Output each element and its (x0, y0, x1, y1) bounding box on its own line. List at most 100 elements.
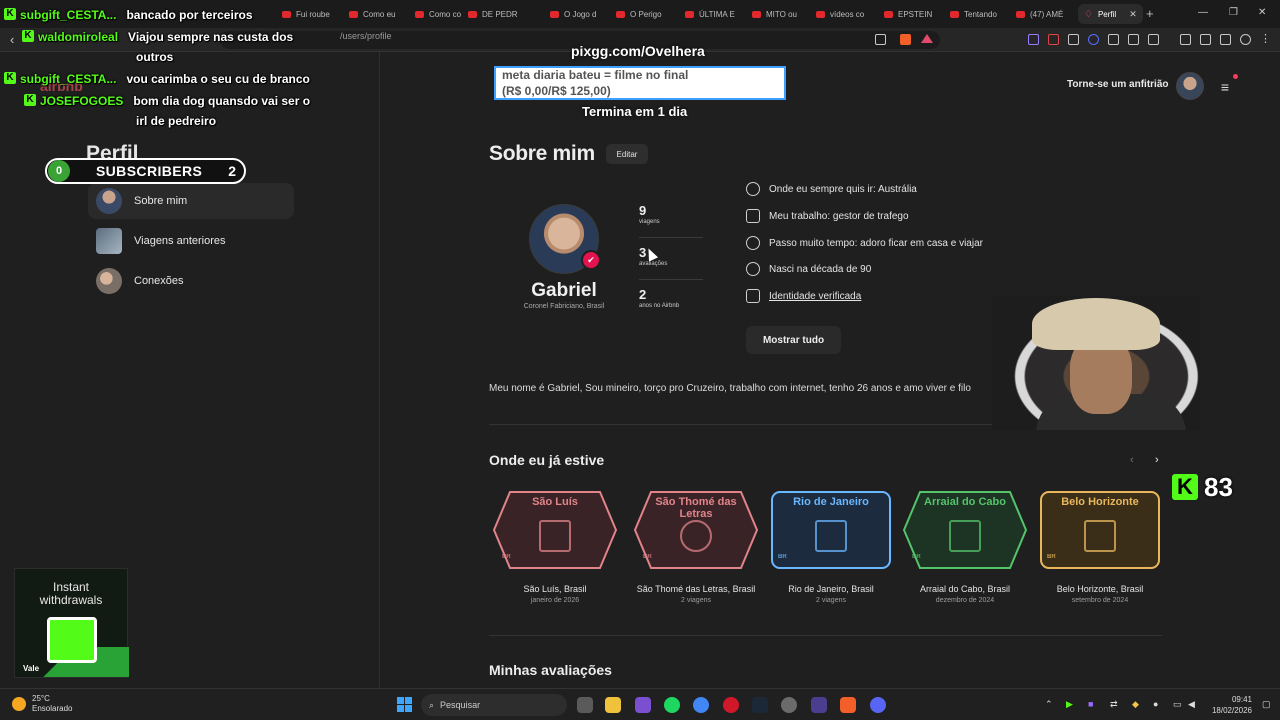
chrome-icon[interactable] (693, 697, 709, 713)
carousel-next-icon[interactable]: › (1155, 454, 1159, 466)
close-window-icon[interactable]: ✕ (1258, 7, 1266, 18)
clock-date: 18/02/2026 (1211, 706, 1252, 715)
app-icon[interactable] (811, 697, 827, 713)
carousel-prev-icon[interactable]: ‹ (1130, 454, 1134, 466)
system-clock[interactable]: 09:41 18/02/2026 (1206, 694, 1252, 716)
place-subtitle: dezembro de 2024 (935, 597, 995, 604)
chat-text: bom dia dog quansdo vai ser o (133, 94, 311, 108)
browser-tab[interactable]: ÚLTIMA E (685, 4, 745, 24)
visited-place-card[interactable]: Rio de Janeiro BR Rio de Janeiro, Brasil 2 … (766, 490, 896, 604)
chat-message-continued: outros (136, 50, 173, 64)
minimize-icon[interactable]: — (1198, 7, 1208, 18)
search-icon: ⌕ (429, 699, 435, 710)
building-icon (815, 520, 847, 552)
new-tab-button[interactable]: + (1146, 6, 1154, 21)
browser-tab[interactable]: (47) AMÉ (1016, 4, 1076, 24)
app-grid-icon[interactable] (635, 697, 651, 713)
sidebar-item-viagens-anteriores[interactable]: Viagens anteriores (88, 223, 294, 259)
browser-tab[interactable]: O Jogo d (550, 4, 610, 24)
chat-text: irl de pedreiro (136, 114, 217, 128)
extension-icon[interactable] (1028, 34, 1039, 45)
sponsor-ad: Instant withdrawals Vale (14, 568, 129, 678)
steam-icon[interactable] (752, 697, 768, 713)
browser-tab[interactable]: MITO ou (752, 4, 812, 24)
subscriber-goal-bar: 0 SUBSCRIBERS 2 (45, 158, 246, 184)
sidebar-icon[interactable] (1180, 34, 1191, 45)
tray-app-icon[interactable]: ◆ (1132, 699, 1139, 710)
browser-tab[interactable]: vídeos co (816, 4, 876, 24)
sidebar-item-sobre-mim[interactable]: Sobre mim (88, 183, 294, 219)
brave-shields-icon[interactable] (900, 34, 911, 45)
microphone-icon[interactable]: ● (1153, 699, 1158, 709)
hamburger-menu-icon[interactable]: ≡ (1214, 76, 1236, 98)
balloon-icon (746, 262, 760, 276)
leo-ai-icon[interactable] (1220, 34, 1231, 45)
extension-icon[interactable] (1108, 34, 1119, 45)
stat-label: viagens (639, 219, 660, 225)
tab-active[interactable]: ♢ Perfil ✕ (1078, 4, 1143, 24)
extension-icon[interactable] (1148, 34, 1159, 45)
youtube-favicon-icon (282, 10, 291, 18)
sidebar-item-conexoes[interactable]: Conexões (88, 263, 294, 299)
notifications-icon[interactable]: ▢ (1262, 699, 1271, 710)
network-icon[interactable]: ▭ (1173, 699, 1182, 710)
browser-tab[interactable]: EPSTEIN (884, 4, 944, 24)
maximize-icon[interactable]: ❐ (1229, 7, 1238, 18)
puzzle-icon[interactable] (1128, 34, 1139, 45)
browser-tab[interactable]: Tentando (950, 4, 1010, 24)
kick-icon: K (4, 8, 16, 20)
weather-widget[interactable]: 25°C Ensolarado (12, 694, 72, 714)
show-all-button[interactable]: Mostrar tudo (746, 326, 841, 354)
browser-tab[interactable]: DE PEDR (468, 4, 528, 24)
browser-tab[interactable]: Como eu (349, 4, 409, 24)
windows-start-icon[interactable] (397, 697, 412, 712)
sidebar-item-label: Sobre mim (134, 195, 188, 207)
browser-tab[interactable]: Fui roube (282, 4, 342, 24)
tray-app-icon[interactable]: ▶ (1066, 699, 1073, 710)
visited-place-card[interactable]: São Thomé das Letras BR São Thomé das Letr… (631, 490, 761, 604)
visited-place-card[interactable]: Belo Horizonte BR Belo Horizonte, Brasil se… (1035, 490, 1165, 604)
chat-username: waldomiroleal (38, 30, 119, 44)
file-explorer-icon[interactable] (605, 697, 621, 713)
extension-icon[interactable] (1048, 34, 1059, 45)
donation-site-label: pixgg.com/Ovelhera (571, 43, 705, 59)
task-view-icon[interactable] (577, 697, 593, 713)
destination-badge: Belo Horizonte BR (1037, 490, 1163, 570)
address-text[interactable]: /users/profile (340, 31, 392, 41)
destination-badge: Rio de Janeiro BR (768, 490, 894, 570)
app-icon[interactable] (781, 697, 797, 713)
browser-tab[interactable]: Como co (415, 4, 475, 24)
fact-time: Passo muito tempo: adoro ficar em casa e… (746, 236, 983, 250)
tray-app-icon[interactable]: ■ (1088, 699, 1093, 709)
extension-icon[interactable] (1088, 34, 1099, 45)
visited-place-card[interactable]: São Luís BR São Luís, Brasil janeiro de 202… (490, 490, 620, 604)
wallet-icon[interactable] (1200, 34, 1211, 45)
vpn-icon[interactable] (1240, 34, 1251, 45)
discord-icon[interactable] (870, 697, 886, 713)
avatar[interactable] (1176, 72, 1204, 100)
browser-tab[interactable]: O Perigo (616, 4, 676, 24)
opera-icon[interactable] (723, 697, 739, 713)
identity-verified-link[interactable]: Identidade verificada (769, 291, 861, 302)
share-icon[interactable] (875, 34, 886, 45)
spotify-icon[interactable] (664, 697, 680, 713)
tab-label: Fui roube (296, 9, 330, 19)
place-subtitle: setembro de 2024 (1071, 597, 1129, 604)
edit-button[interactable]: Editar (606, 144, 648, 164)
tray-app-icon[interactable]: ⇄ (1110, 699, 1118, 710)
youtube-favicon-icon (349, 10, 358, 18)
ad-headline: Instant withdrawals (15, 581, 127, 607)
tray-overflow-icon[interactable]: ⌃ (1045, 699, 1053, 710)
extension-icon[interactable] (1068, 34, 1079, 45)
volume-icon[interactable]: ◀ (1188, 699, 1195, 710)
browser-menu-icon[interactable]: ⋮ (1260, 34, 1271, 45)
tab-label: Como co (429, 9, 462, 19)
brave-rewards-icon[interactable] (921, 34, 933, 43)
become-host-link[interactable]: Torne-se um anfitrião (1067, 79, 1169, 90)
avatar-icon (96, 188, 122, 214)
brave-icon[interactable] (840, 697, 856, 713)
close-tab-icon[interactable]: ✕ (1129, 9, 1137, 20)
subs-label: SUBSCRIBERS (95, 163, 203, 179)
taskbar-search[interactable]: ⌕ Pesquisar (421, 694, 567, 716)
visited-place-card[interactable]: Arraial do Cabo BR Arraial do Cabo, Brasil… (900, 490, 1030, 604)
